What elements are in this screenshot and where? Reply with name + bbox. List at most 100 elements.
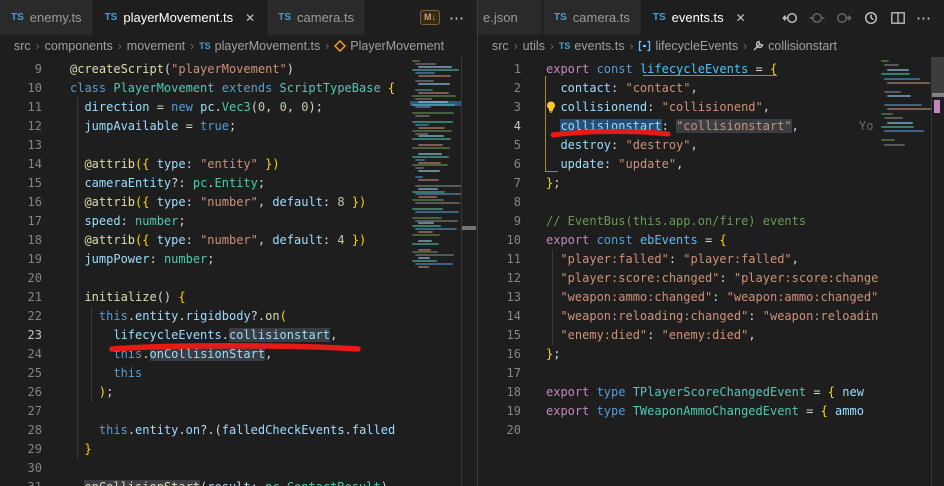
code-line-18[interactable]: 18export type TPlayerScoreChangedEvent =…: [478, 383, 879, 402]
line-number[interactable]: 11: [478, 250, 521, 269]
line-number[interactable]: 22: [0, 307, 42, 326]
line-number[interactable]: 21: [0, 288, 42, 307]
tab-playermovement-ts[interactable]: TSplayerMovement.ts✕: [94, 0, 268, 35]
code-line-26[interactable]: 26 );: [0, 383, 410, 402]
minimap-left[interactable]: [410, 57, 462, 486]
code-line-20[interactable]: 20: [478, 421, 879, 440]
code-line-4[interactable]: 4 collisionstart: "collisionstart",: [478, 117, 879, 136]
code-line-25[interactable]: 25 this: [0, 364, 410, 383]
line-number[interactable]: 9: [478, 212, 521, 231]
line-number[interactable]: 12: [478, 269, 521, 288]
line-number[interactable]: 11: [0, 98, 42, 117]
more-actions-button[interactable]: ⋯: [449, 9, 465, 27]
line-number[interactable]: 9: [0, 60, 42, 79]
code-line-5[interactable]: 5 destroy: "destroy",: [478, 136, 879, 155]
line-number[interactable]: 20: [478, 421, 521, 440]
breadcrumb-item-collisionstart[interactable]: collisionstart: [752, 39, 837, 53]
breadcrumb-item-playermovement[interactable]: PlayerMovement: [334, 39, 444, 53]
line-number[interactable]: 10: [478, 231, 521, 250]
line-number[interactable]: 17: [0, 212, 42, 231]
code-line-1[interactable]: 1export const lifecycleEvents = {: [478, 60, 879, 79]
code-line-31[interactable]: 31 onCollisionStart(result: pc.ContactRe…: [0, 478, 410, 486]
code-line-2[interactable]: 2 contact: "contact",: [478, 79, 879, 98]
line-number[interactable]: 14: [0, 155, 42, 174]
line-number[interactable]: 30: [0, 459, 42, 478]
split-editor-button-split-icon[interactable]: [889, 9, 907, 27]
tab-events-ts[interactable]: TSevents.ts✕: [642, 0, 758, 35]
code-line-7[interactable]: 7};: [478, 174, 879, 193]
code-line-12[interactable]: 12 "player:score:changed": "player:score…: [478, 269, 879, 288]
code-line-17[interactable]: 17: [478, 364, 879, 383]
line-number[interactable]: 10: [0, 79, 42, 98]
breadcrumb-item-src[interactable]: src: [492, 39, 509, 53]
code-line-13[interactable]: 13 "weapon:ammo:changed": "weapon:ammo:c…: [478, 288, 879, 307]
tab-enemy-ts[interactable]: TSenemy.ts: [0, 0, 94, 35]
line-number[interactable]: 18: [478, 383, 521, 402]
code-line-3[interactable]: 3 collisionend: "collisionend",: [478, 98, 879, 117]
tab-camera-ts[interactable]: TScamera.ts: [543, 0, 642, 35]
nav-forward-button-circle-arrow-right-icon[interactable]: [835, 9, 853, 27]
breadcrumb-item-playermovement-ts[interactable]: TSplayerMovement.ts: [199, 39, 320, 53]
editor-right[interactable]: 1export const lifecycleEvents = {2 conta…: [478, 57, 944, 486]
code-line-12[interactable]: 12 jumpAvailable = true;: [0, 117, 410, 136]
code-line-20[interactable]: 20: [0, 269, 410, 288]
line-number[interactable]: 29: [0, 440, 42, 459]
code-line-30[interactable]: 30: [0, 459, 410, 478]
line-number[interactable]: 28: [0, 421, 42, 440]
code-line-9[interactable]: 9// EventBus(this.app.on/fire) events: [478, 212, 879, 231]
breadcrumb-item-movement[interactable]: movement: [127, 39, 185, 53]
line-number[interactable]: 27: [0, 402, 42, 421]
line-number[interactable]: 8: [478, 193, 521, 212]
code-line-11[interactable]: 11 direction = new pc.Vec3(0, 0, 0);: [0, 98, 410, 117]
code-line-13[interactable]: 13: [0, 136, 410, 155]
scrollbar-left[interactable]: [462, 57, 476, 486]
code-line-15[interactable]: 15 "enemy:died": "enemy:died",: [478, 326, 879, 345]
tab-e-json[interactable]: e.json: [478, 0, 543, 35]
breadcrumb-item-components[interactable]: components: [45, 39, 113, 53]
code-line-8[interactable]: 8: [478, 193, 879, 212]
code-line-16[interactable]: 16 @attrib({ type: "number", default: 8 …: [0, 193, 410, 212]
line-number[interactable]: 1: [478, 60, 521, 79]
line-number[interactable]: 19: [0, 250, 42, 269]
line-number[interactable]: 15: [0, 174, 42, 193]
code-line-19[interactable]: 19 jumpPower: number;: [0, 250, 410, 269]
close-icon[interactable]: ✕: [245, 12, 255, 24]
close-icon[interactable]: ✕: [736, 12, 746, 24]
code-line-24[interactable]: 24 this.onCollisionStart,: [0, 345, 410, 364]
line-number[interactable]: 2: [478, 79, 521, 98]
line-number[interactable]: 6: [478, 155, 521, 174]
line-number[interactable]: 25: [0, 364, 42, 383]
code-line-14[interactable]: 14 @attrib({ type: "entity" }): [0, 155, 410, 174]
code-line-15[interactable]: 15 cameraEntity?: pc.Entity;: [0, 174, 410, 193]
code-line-19[interactable]: 19export type TWeaponAmmoChangedEvent = …: [478, 402, 879, 421]
breadcrumb-item-src[interactable]: src: [14, 39, 31, 53]
code-area-right[interactable]: 1export const lifecycleEvents = {2 conta…: [478, 57, 879, 486]
line-number[interactable]: 23: [0, 326, 42, 345]
code-line-16[interactable]: 16};: [478, 345, 879, 364]
line-number[interactable]: 20: [0, 269, 42, 288]
scrollbar-right[interactable]: [931, 57, 944, 486]
line-number[interactable]: 26: [0, 383, 42, 402]
line-number[interactable]: 31: [0, 478, 42, 486]
line-number[interactable]: 14: [478, 307, 521, 326]
breadcrumb-item-lifecycleevents[interactable]: lifecycleEvents: [638, 39, 738, 53]
more-actions-button[interactable]: ⋯: [916, 9, 932, 27]
markdown-extension-button[interactable]: M↓: [420, 10, 440, 25]
nav-current-button-circle-dash-icon[interactable]: [808, 9, 826, 27]
code-line-11[interactable]: 11 "player:falled": "player:falled",: [478, 250, 879, 269]
history-button-clock-icon[interactable]: [862, 9, 880, 27]
minimap-right[interactable]: [879, 57, 931, 486]
code-line-23[interactable]: 23 lifecycleEvents.collisionstart,: [0, 326, 410, 345]
code-line-10[interactable]: 10export const ebEvents = {: [478, 231, 879, 250]
line-number[interactable]: 7: [478, 174, 521, 193]
scrollbar-slider[interactable]: [932, 57, 944, 94]
code-line-18[interactable]: 18 @attrib({ type: "number", default: 4 …: [0, 231, 410, 250]
line-number[interactable]: 4: [478, 117, 521, 136]
code-line-9[interactable]: 9@createScript("playerMovement"): [0, 60, 410, 79]
code-line-21[interactable]: 21 initialize() {: [0, 288, 410, 307]
editor-left[interactable]: 9@createScript("playerMovement")10class …: [0, 57, 477, 486]
tab-camera-ts[interactable]: TScamera.ts: [267, 0, 366, 35]
breadcrumb-item-utils[interactable]: utils: [523, 39, 545, 53]
nav-back-button-circle-arrow-left-icon[interactable]: [781, 9, 799, 27]
line-number[interactable]: 15: [478, 326, 521, 345]
